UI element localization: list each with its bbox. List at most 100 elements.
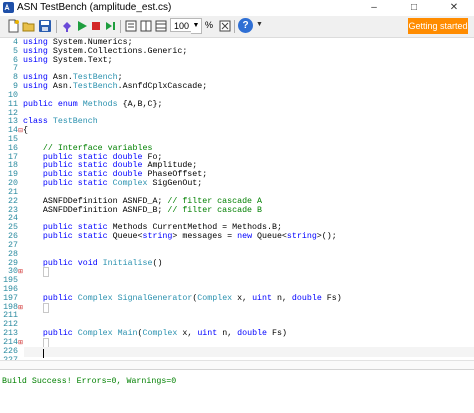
code-token: System.Numerics; <box>47 38 133 47</box>
save-icon[interactable] <box>38 19 52 33</box>
code-line[interactable]: 23 ASNFDDefinition ASNFD_B; // filter ca… <box>0 206 474 215</box>
new-file-icon[interactable] <box>6 19 20 33</box>
code-line[interactable]: 15 <box>0 135 474 144</box>
code-token: System.Collections.Generic; <box>47 46 188 56</box>
maximize-button[interactable]: □ <box>394 0 434 16</box>
code-text: public static Methods CurrentMethod = Me… <box>23 223 282 232</box>
open-folder-icon[interactable] <box>22 19 36 33</box>
line-number: 26 <box>8 232 18 242</box>
code-line[interactable]: 197 public Complex SignalGenerator(Compl… <box>0 294 474 303</box>
code-line[interactable]: 22 ASNFDDefinition ASNFD_A; // filter ca… <box>0 197 474 206</box>
code-token: using <box>23 73 48 83</box>
code-line[interactable]: 16 // Interface variables <box>0 144 474 153</box>
code-line[interactable]: 195 <box>0 276 474 285</box>
code-line[interactable]: 5 using System.Collections.Generic; <box>0 47 474 56</box>
line-number: 214 <box>3 337 18 347</box>
build-icon[interactable] <box>60 19 74 33</box>
horizontal-scrollbar[interactable] <box>0 360 474 369</box>
code-line[interactable]: 21 <box>0 188 474 197</box>
code-line[interactable]: 29 public void Initialise() <box>0 259 474 268</box>
code-token: x, <box>232 293 253 303</box>
chevron-down-icon[interactable]: ▼ <box>191 18 202 34</box>
line-number: 196 <box>3 284 18 294</box>
code-token: Fs) <box>267 329 287 339</box>
code-token: new <box>237 232 253 242</box>
single-view-icon[interactable] <box>124 19 138 33</box>
code-line[interactable]: 213 public Complex Main(Complex x, uint … <box>0 329 474 338</box>
run-icon[interactable] <box>75 19 89 33</box>
code-line[interactable]: 6 using System.Text; <box>0 56 474 65</box>
line-number: 197 <box>3 293 18 303</box>
code-line[interactable]: 10 <box>0 91 474 100</box>
code-text: public static Complex SigGenOut; <box>23 179 202 188</box>
code-token: public static double <box>23 170 143 180</box>
code-token: {A,B,C}; <box>117 99 163 109</box>
line-number: 10 <box>8 90 18 100</box>
output-panel: Build Success! Errors=0, Warnings=0 <box>0 369 474 413</box>
code-token: public static <box>23 232 108 242</box>
line-number: 17 <box>8 152 18 162</box>
code-editor[interactable]: 4 using System.Numerics; 5 using System.Col… <box>0 38 474 360</box>
code-line[interactable]: 212 <box>0 320 474 329</box>
line-number: 29 <box>8 258 18 268</box>
code-token: using <box>23 38 48 47</box>
code-token: using <box>23 82 48 92</box>
code-token: { <box>23 126 28 136</box>
chevron-down-icon[interactable]: ▼ <box>256 21 263 28</box>
code-line[interactable]: 13 class TestBench <box>0 117 474 126</box>
line-number: 18 <box>8 161 18 171</box>
zoom-fit-icon[interactable] <box>218 19 232 33</box>
getting-started-button[interactable]: Getting started <box>408 18 468 34</box>
code-token: TestBench <box>72 82 118 92</box>
stop-icon[interactable] <box>89 19 103 33</box>
code-token: uint <box>197 329 218 339</box>
code-text: using System.Numerics; <box>23 38 133 47</box>
code-line[interactable]: 30 ⊞ <box>0 267 474 278</box>
code-token: double <box>291 293 322 303</box>
code-token: public <box>23 293 73 303</box>
code-token: ASNFDDefinition ASNFD_A; <box>23 196 168 206</box>
code-text: class TestBench <box>23 117 98 126</box>
current-line-highlight <box>24 347 474 357</box>
code-token: x, <box>177 329 198 339</box>
code-text: { <box>23 126 28 135</box>
code-line[interactable]: 198 ⊞ <box>0 302 474 313</box>
code-line[interactable]: 214 ⊞ <box>0 337 474 348</box>
code-text: public static double PhaseOffset; <box>23 170 207 179</box>
minimize-button[interactable]: – <box>354 0 394 16</box>
code-line[interactable]: 9 using Asn.TestBench.AsnfdCplxCascade; <box>0 82 474 91</box>
code-text: public Complex SignalGenerator(Complex x… <box>23 294 342 303</box>
code-line[interactable]: 27 <box>0 241 474 250</box>
code-token: public static <box>23 179 108 189</box>
code-line[interactable]: 8 using Asn.TestBench; <box>0 73 474 82</box>
app-icon <box>3 2 14 13</box>
code-token: public static <box>23 223 108 233</box>
toolbar-separator <box>120 20 121 33</box>
code-line[interactable]: 4 using System.Numerics; <box>0 38 474 47</box>
code-text: using Asn.TestBench.AsnfdCplxCascade; <box>23 82 207 91</box>
code-line[interactable]: 26 public static Queue<string> messages … <box>0 232 474 241</box>
code-line[interactable]: 11 public enum Methods {A,B,C}; <box>0 100 474 109</box>
code-token: Fs) <box>321 293 342 303</box>
code-line[interactable]: 25 public static Methods CurrentMethod =… <box>0 223 474 232</box>
split-view-icon[interactable] <box>139 19 153 33</box>
line-number: 5 <box>13 46 18 56</box>
panel-view-icon[interactable] <box>154 19 168 33</box>
toolbar-separator <box>234 20 235 33</box>
code-line[interactable]: 28 <box>0 250 474 259</box>
help-icon[interactable]: ? <box>238 18 253 33</box>
line-number: 6 <box>13 55 18 65</box>
code-line[interactable]: 19 public static double PhaseOffset; <box>0 170 474 179</box>
code-text: // Interface variables <box>23 144 153 153</box>
code-token: Main <box>117 329 138 339</box>
step-icon[interactable] <box>103 19 117 33</box>
code-token: Complex <box>112 179 148 189</box>
code-token: Queue< <box>107 232 143 242</box>
code-line[interactable]: 196 <box>0 285 474 294</box>
code-line[interactable]: 14 ⊟{ <box>0 126 474 135</box>
code-token: Methods CurrentMethod = Methods.B; <box>107 223 282 233</box>
code-line[interactable]: 211 <box>0 311 474 320</box>
code-line[interactable]: 20 public static Complex SigGenOut; <box>0 179 474 188</box>
close-button[interactable]: ✕ <box>434 0 474 16</box>
